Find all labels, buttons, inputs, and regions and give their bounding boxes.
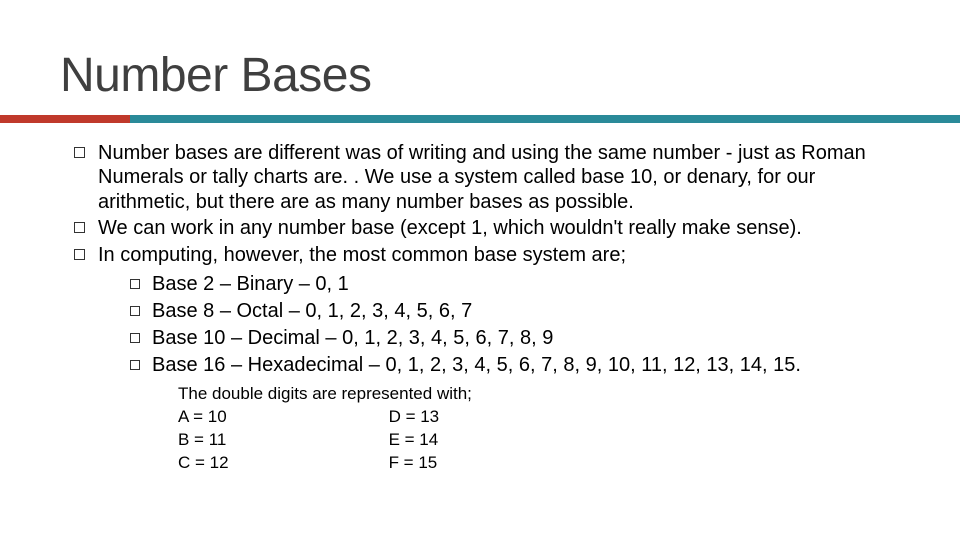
rule-accent-red <box>0 115 130 123</box>
sub-bullet-3: Base 10 – Decimal – 0, 1, 2, 3, 4, 5, 6,… <box>126 325 900 352</box>
note-col-1: A = 10 B = 11 C = 12 <box>178 406 229 475</box>
bullet-1: Number bases are different was of writin… <box>70 141 900 214</box>
page-title: Number Bases <box>60 48 900 103</box>
map-f: F = 15 <box>389 452 440 475</box>
map-b: B = 11 <box>178 429 229 452</box>
content-area: Number bases are different was of writin… <box>60 141 900 475</box>
slide: Number Bases Number bases are different … <box>0 0 960 475</box>
bullet-3-text: In computing, however, the most common b… <box>98 244 626 266</box>
map-a: A = 10 <box>178 406 229 429</box>
map-c: C = 12 <box>178 452 229 475</box>
note-columns: A = 10 B = 11 C = 12 D = 13 E = 14 F = 1… <box>178 406 900 475</box>
note-col-2: D = 13 E = 14 F = 15 <box>389 406 440 475</box>
map-e: E = 14 <box>389 429 440 452</box>
bullet-2: We can work in any number base (except 1… <box>70 216 900 240</box>
sub-bullet-4: Base 16 – Hexadecimal – 0, 1, 2, 3, 4, 5… <box>126 352 900 379</box>
bullet-3: In computing, however, the most common b… <box>70 243 900 475</box>
map-d: D = 13 <box>389 406 440 429</box>
note-block: The double digits are represented with; … <box>98 383 900 475</box>
sub-bullets: Base 2 – Binary – 0, 1 Base 8 – Octal – … <box>98 271 900 379</box>
note-heading: The double digits are represented with; <box>178 383 900 406</box>
main-bullets: Number bases are different was of writin… <box>70 141 900 475</box>
sub-bullet-1: Base 2 – Binary – 0, 1 <box>126 271 900 298</box>
sub-bullet-2: Base 8 – Octal – 0, 1, 2, 3, 4, 5, 6, 7 <box>126 298 900 325</box>
title-rule <box>0 115 960 123</box>
rule-accent-teal <box>130 115 960 123</box>
